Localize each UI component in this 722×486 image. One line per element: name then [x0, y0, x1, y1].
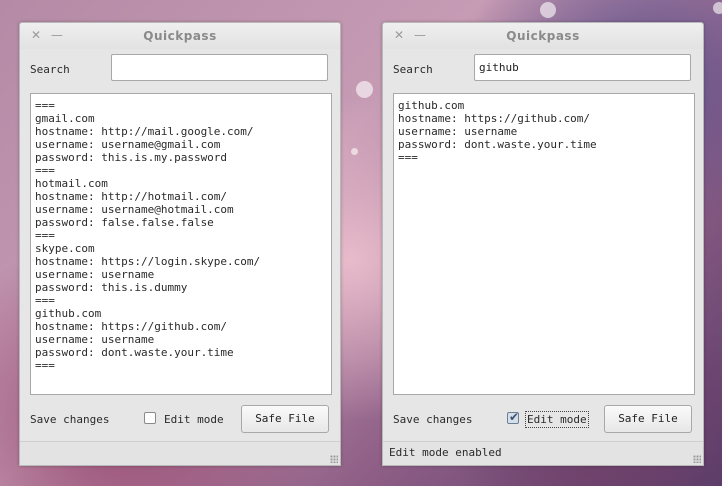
- status-bar: [20, 441, 340, 465]
- safe-file-button[interactable]: Safe File: [604, 405, 692, 433]
- bokeh-light: [540, 2, 556, 18]
- password-text-area[interactable]: === gmail.com hostname: http://mail.goog…: [30, 93, 332, 395]
- search-input[interactable]: [111, 54, 328, 81]
- quickpass-window-left: ✕ — Quickpass Search === gmail.com hostn…: [19, 22, 341, 466]
- quickpass-window-right: ✕ — Quickpass Search github.com hostname…: [382, 22, 704, 466]
- edit-mode-checkbox[interactable]: ✔: [507, 410, 520, 424]
- title-bar[interactable]: ✕ — Quickpass: [20, 23, 340, 49]
- window-title: Quickpass: [506, 29, 580, 43]
- edit-mode-label[interactable]: Edit mode: [525, 411, 589, 428]
- search-label: Search: [30, 63, 70, 76]
- bokeh-light: [351, 148, 358, 155]
- status-bar: Edit mode enabled: [383, 441, 703, 465]
- bokeh-light: [713, 2, 722, 14]
- resize-grip-icon[interactable]: [693, 455, 701, 463]
- save-changes-label: Save changes: [393, 413, 473, 426]
- window-title: Quickpass: [143, 29, 217, 43]
- checkmark-icon: ✔: [509, 410, 520, 424]
- resize-grip-icon[interactable]: [330, 455, 338, 463]
- password-text-area[interactable]: github.com hostname: https://github.com/…: [393, 93, 695, 395]
- status-text: Edit mode enabled: [389, 446, 502, 459]
- edit-mode-checkbox[interactable]: [144, 412, 156, 424]
- search-label: Search: [393, 63, 433, 76]
- title-bar[interactable]: ✕ — Quickpass: [383, 23, 703, 49]
- search-input[interactable]: [474, 54, 691, 81]
- safe-file-button[interactable]: Safe File: [241, 405, 329, 433]
- save-changes-label: Save changes: [30, 413, 110, 426]
- edit-mode-label[interactable]: Edit mode: [164, 413, 224, 426]
- bokeh-light: [356, 81, 373, 98]
